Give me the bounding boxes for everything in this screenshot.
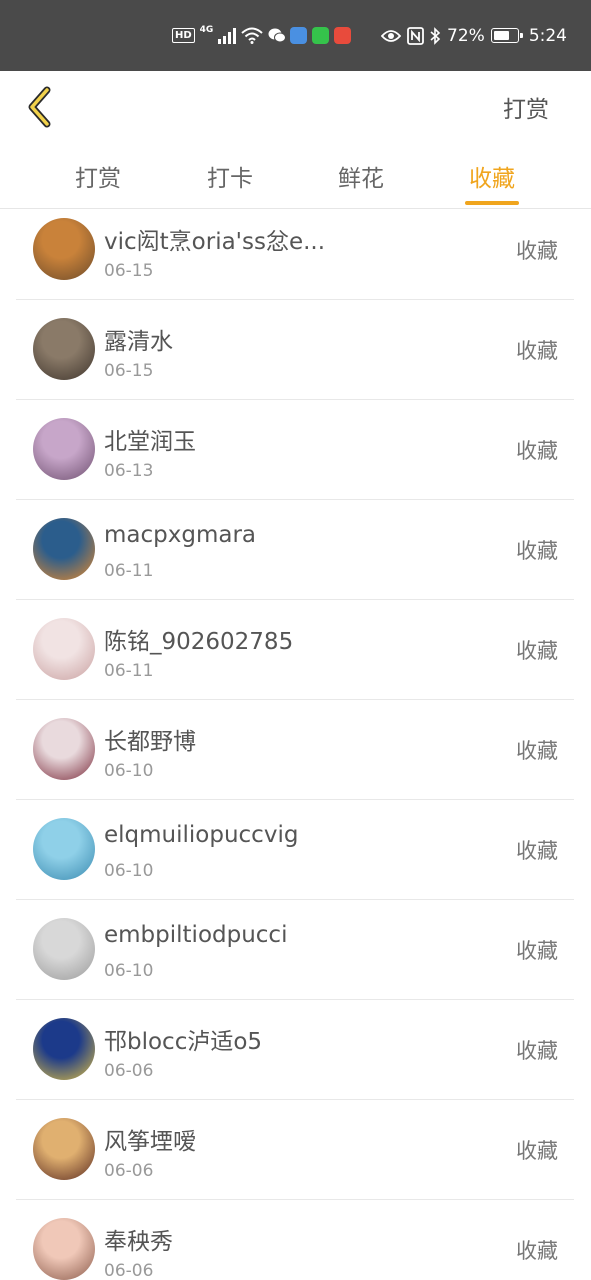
tab-label: 打卡: [207, 166, 253, 192]
tab-favorites[interactable]: 收藏: [442, 143, 542, 209]
line-app-icon: [312, 27, 330, 44]
avatar: [33, 318, 95, 380]
network-type-label: 4G: [199, 24, 214, 35]
item-date: 06-15: [104, 261, 154, 281]
item-date: 06-06: [104, 1161, 154, 1181]
tab-label: 收藏: [469, 166, 515, 192]
signal-icon: [218, 27, 237, 44]
action-label: 收藏: [516, 639, 558, 663]
item-date: 06-15: [104, 361, 154, 381]
avatar: [33, 1118, 95, 1180]
user-name: 长都野博: [104, 729, 196, 755]
avatar: [33, 1218, 95, 1280]
hd-icon: HD: [172, 28, 195, 43]
list-item[interactable]: 奉秧秀 06-06 收藏: [16, 1200, 574, 1280]
user-name: 陈铭_902602785: [104, 629, 294, 655]
nfc-icon: [407, 26, 424, 45]
status-bar: HD 4G 72% 5:24: [0, 0, 591, 71]
user-name: macpxgmara: [104, 522, 257, 548]
avatar: [33, 1018, 95, 1080]
user-name: embpiltiodpucci: [104, 922, 288, 948]
list-item[interactable]: embpiltiodpucci 06-10 收藏: [16, 900, 574, 1000]
tab-label: 打赏: [75, 166, 121, 192]
user-name: vic闳t烹oria'ss忿e...: [104, 229, 326, 255]
list-item[interactable]: 长都野博 06-10 收藏: [16, 700, 574, 800]
list-item[interactable]: vic闳t烹oria'ss忿e... 06-15 收藏: [16, 210, 574, 300]
action-label: 收藏: [516, 339, 558, 363]
item-date: 06-06: [104, 1061, 154, 1081]
clock: 5:24: [528, 25, 567, 46]
user-name: 邗blocc泸适o5: [104, 1029, 263, 1055]
action-label: 收藏: [516, 539, 558, 563]
item-date: 06-11: [104, 661, 154, 681]
tab-checkin[interactable]: 打卡: [180, 143, 280, 209]
red-app-icon: [334, 27, 352, 44]
status-bar-left: HD 4G: [172, 0, 352, 71]
bluetooth-icon: [430, 26, 441, 45]
top-nav-bar: 打赏: [0, 71, 591, 143]
action-label: 收藏: [516, 1039, 558, 1063]
user-name: 露清水: [104, 329, 173, 355]
list-item[interactable]: 陈铭_902602785 06-11 收藏: [16, 600, 574, 700]
battery-fill: [493, 31, 509, 40]
wechat-icon: [268, 27, 287, 44]
avatar: [33, 618, 95, 680]
tab-bar: 打赏 打卡 鲜花 收藏: [0, 143, 591, 209]
item-date: 06-11: [104, 561, 154, 581]
list-item[interactable]: 北堂润玉 06-13 收藏: [16, 400, 574, 500]
item-date: 06-13: [104, 461, 154, 481]
status-bar-right: 72% 5:24: [381, 0, 567, 71]
favorites-list: vic闳t烹oria'ss忿e... 06-15 收藏 露清水 06-15 收藏…: [0, 210, 591, 1280]
reward-button[interactable]: 打赏: [503, 71, 549, 143]
tab-reward[interactable]: 打赏: [48, 143, 148, 209]
action-label: 收藏: [516, 439, 558, 463]
action-label: 收藏: [516, 939, 558, 963]
list-item[interactable]: 露清水 06-15 收藏: [16, 300, 574, 400]
battery-tip: [519, 33, 523, 38]
avatar: [33, 718, 95, 780]
active-tab-indicator: [465, 201, 519, 205]
action-label: 收藏: [516, 739, 558, 763]
wifi-icon: [241, 27, 263, 44]
action-label: 收藏: [516, 1139, 558, 1163]
eye-icon: [381, 29, 402, 42]
item-date: 06-06: [104, 1261, 154, 1280]
item-date: 06-10: [104, 761, 154, 781]
list-item[interactable]: elqmuiliopuccvig 06-10 收藏: [16, 800, 574, 900]
battery-icon: [490, 28, 523, 43]
avatar: [33, 518, 95, 580]
action-label: 收藏: [516, 239, 558, 263]
blue-app-icon: [290, 27, 308, 44]
list-item[interactable]: 邗blocc泸适o5 06-06 收藏: [16, 1000, 574, 1100]
tab-flowers[interactable]: 鲜花: [311, 143, 411, 209]
battery-percent: 72%: [447, 25, 485, 46]
action-label: 收藏: [516, 839, 558, 863]
user-name: elqmuiliopuccvig: [104, 822, 299, 848]
user-name: 风筝堙嗳: [104, 1129, 196, 1155]
avatar: [33, 918, 95, 980]
list-item[interactable]: macpxgmara 06-11 收藏: [16, 500, 574, 600]
chevron-left-icon: [28, 86, 51, 128]
item-date: 06-10: [104, 861, 154, 881]
action-label: 收藏: [516, 1239, 558, 1263]
avatar: [33, 218, 95, 280]
list-item[interactable]: 风筝堙嗳 06-06 收藏: [16, 1100, 574, 1200]
back-button[interactable]: [18, 83, 62, 131]
user-name: 北堂润玉: [104, 429, 196, 455]
item-date: 06-10: [104, 961, 154, 981]
avatar: [33, 418, 95, 480]
avatar: [33, 818, 95, 880]
tab-label: 鲜花: [338, 166, 384, 192]
user-name: 奉秧秀: [104, 1229, 173, 1255]
